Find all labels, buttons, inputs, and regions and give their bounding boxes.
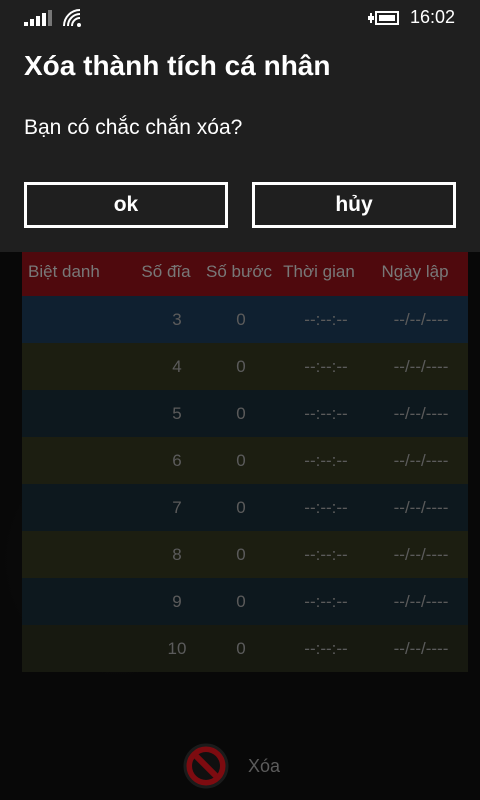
dim-overlay <box>0 252 480 800</box>
cancel-button[interactable]: hủy <box>252 182 456 228</box>
battery-charging-icon <box>368 11 399 25</box>
clock: 16:02 <box>410 7 456 27</box>
signal-strength-icon <box>24 10 52 26</box>
wifi-icon <box>63 9 81 27</box>
confirm-delete-dialog: 16:02 Xóa thành tích cá nhân Bạn có chắc… <box>0 0 480 252</box>
dialog-title: Xóa thành tích cá nhân <box>24 50 331 81</box>
status-bar: 16:02 <box>0 0 480 34</box>
dialog-message: Bạn có chắc chắn xóa? <box>24 116 243 139</box>
ok-button[interactable]: ok <box>24 182 228 228</box>
